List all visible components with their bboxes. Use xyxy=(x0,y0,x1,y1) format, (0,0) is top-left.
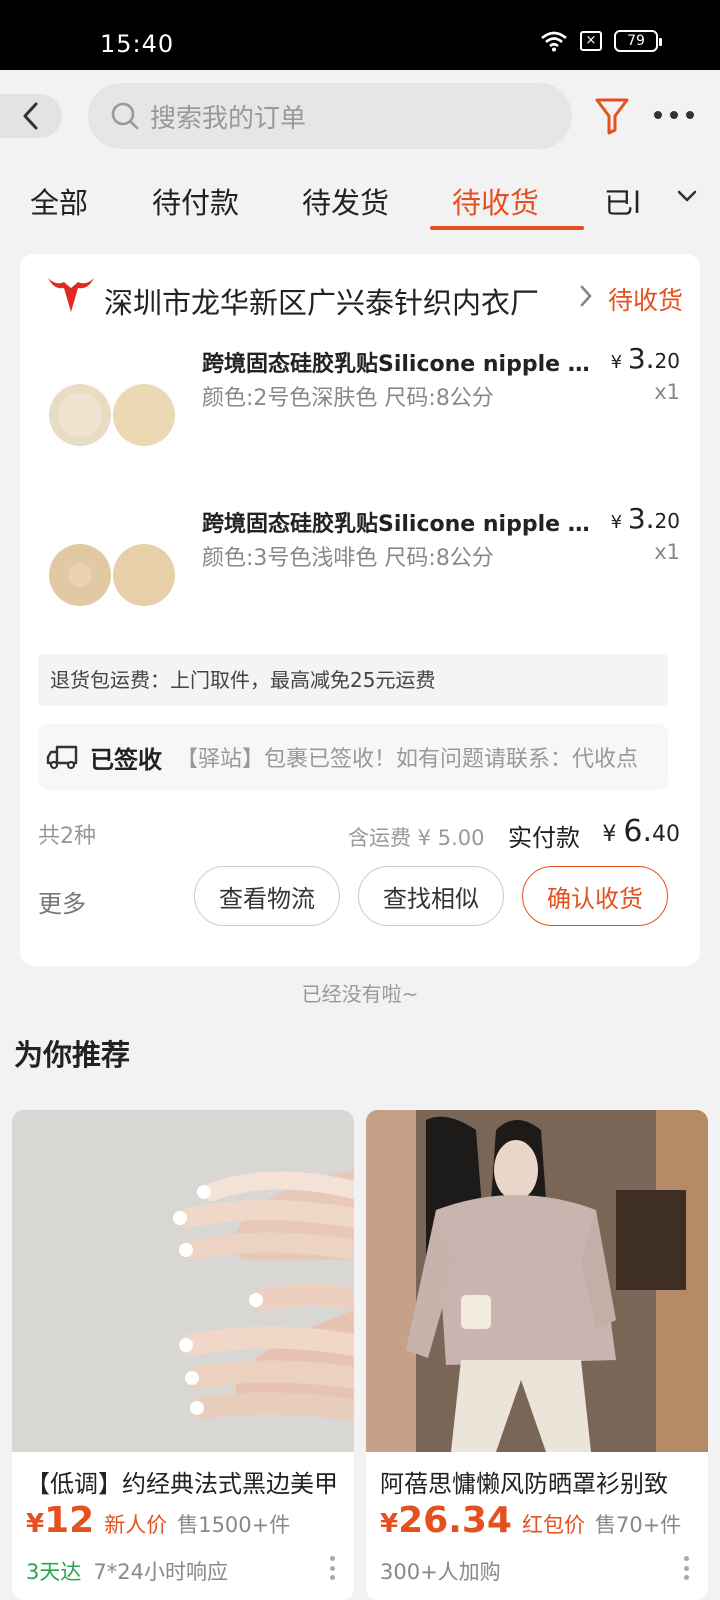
shop-logo-icon xyxy=(48,278,94,312)
chevron-down-icon[interactable] xyxy=(676,188,698,204)
confirm-receipt-button[interactable]: 确认收货 xyxy=(522,866,668,926)
order-item[interactable]: 跨境固态硅胶乳贴Silicone nipple cover 颜色:3号色浅啡色 … xyxy=(20,494,700,644)
product-image xyxy=(49,544,175,606)
dot-icon xyxy=(654,111,662,119)
item-qty: x1 xyxy=(654,540,680,564)
no-more-text: 已经没有啦~ xyxy=(301,982,419,1006)
recommend-title: 为你推荐 xyxy=(14,1038,131,1072)
more-vertical-icon[interactable] xyxy=(330,1556,336,1580)
dot-icon xyxy=(670,111,678,119)
delivery-tag: 3天达 xyxy=(26,1560,82,1584)
recommend-price: ¥ 26.34 红包价 售70+件 xyxy=(380,1500,682,1541)
return-shipping-info: 退货包运费：上门取件，最高减免25元运费 xyxy=(38,654,668,706)
order-card[interactable]: 深圳市龙华新区广兴泰针织内衣厂 待收货 跨境固态硅胶乳贴Silicone nip… xyxy=(20,254,700,966)
view-logistics-button[interactable]: 查看物流 xyxy=(194,866,340,926)
truck-icon xyxy=(46,745,78,770)
logistics-status: 已签收 xyxy=(90,745,162,774)
price-tag: 红包价 xyxy=(521,1513,585,1537)
recommend-price: ¥ 12 新人价 售1500+件 xyxy=(26,1500,291,1541)
header: 搜索我的订单 xyxy=(0,70,720,162)
product-image xyxy=(366,1110,708,1452)
filter-icon xyxy=(595,98,629,135)
filter-button[interactable] xyxy=(594,96,630,136)
more-options-button[interactable] xyxy=(654,100,694,130)
item-sku: 颜色:3号色浅啡色 尺码:8公分 xyxy=(202,546,494,571)
item-sku: 颜色:2号色深肤色 尺码:8公分 xyxy=(202,386,494,411)
more-link[interactable]: 更多 xyxy=(38,884,86,919)
sold-count: 售70+件 xyxy=(594,1513,682,1537)
order-tabs: 全部 待付款 待发货 待收货 已l xyxy=(0,162,720,234)
recommend-card[interactable]: 【低调】约经典法式黑边美甲 ¥ 12 新人价 售1500+件 3天达 7*24小时… xyxy=(12,1110,354,1600)
search-placeholder: 搜索我的订单 xyxy=(150,103,307,134)
sim-icon: × xyxy=(580,31,602,51)
tab-pending-receipt[interactable]: 待收货 xyxy=(452,180,539,222)
sold-count: 售1500+件 xyxy=(177,1513,291,1537)
wifi-icon xyxy=(541,31,567,52)
status-icons: × 79 xyxy=(540,30,662,52)
recommend-footer: 3天达 7*24小时响应 xyxy=(26,1560,228,1584)
paid-amount: ¥ 6.40 xyxy=(602,814,680,849)
back-button[interactable] xyxy=(0,94,62,138)
price-tag: 新人价 xyxy=(104,1513,168,1537)
logistics-detail: 【驿站】包裹已签收！如有问题请联系：代收点 xyxy=(176,747,639,772)
item-title: 跨境固态硅胶乳贴Silicone nipple cover xyxy=(202,352,594,377)
tab-pending-shipment[interactable]: 待发货 xyxy=(302,180,389,222)
dot-icon xyxy=(686,111,694,119)
status-time: 15:40 xyxy=(100,30,175,58)
tab-all[interactable]: 全部 xyxy=(30,180,88,222)
shop-name[interactable]: 深圳市龙华新区广兴泰针织内衣厂 xyxy=(104,280,539,322)
item-count: 共2种 xyxy=(38,824,96,849)
product-image xyxy=(49,384,175,446)
status-bar: 15:40 × 79 xyxy=(0,0,720,70)
recommend-footer: 300+人加购 xyxy=(380,1560,501,1584)
chevron-right-icon xyxy=(580,285,592,307)
search-input[interactable]: 搜索我的订单 xyxy=(88,83,572,149)
shipping-fee: 含运费 ¥ 5.00 xyxy=(348,826,485,850)
order-item[interactable]: 跨境固态硅胶乳贴Silicone nipple cover 颜色:2号色深肤色 … xyxy=(20,334,700,484)
search-icon xyxy=(111,102,139,130)
item-title: 跨境固态硅胶乳贴Silicone nipple cover xyxy=(202,512,594,537)
item-price: ¥ 3.20 xyxy=(610,342,680,375)
item-qty: x1 xyxy=(654,380,680,404)
tab-completed[interactable]: 已l xyxy=(604,180,654,222)
logistics-bar[interactable]: 已签收 【驿站】包裹已签收！如有问题请联系：代收点 xyxy=(38,724,668,790)
order-status: 待收货 xyxy=(608,286,684,315)
chevron-left-icon xyxy=(23,102,38,130)
active-tab-indicator xyxy=(430,226,584,230)
tab-pending-payment[interactable]: 待付款 xyxy=(152,180,239,222)
battery-icon: 79 xyxy=(614,30,662,52)
find-similar-button[interactable]: 查找相似 xyxy=(358,866,504,926)
more-vertical-icon[interactable] xyxy=(684,1556,690,1580)
paid-label: 实付款 xyxy=(508,824,580,852)
item-price: ¥ 3.20 xyxy=(610,502,680,535)
recommend-name: 阿蓓思慵懒风防晒罩衫别致 xyxy=(380,1470,668,1498)
recommend-name: 【低调】约经典法式黑边美甲 xyxy=(26,1470,338,1498)
product-image xyxy=(12,1110,354,1452)
recommend-card[interactable]: 阿蓓思慵懒风防晒罩衫别致 ¥ 26.34 红包价 售70+件 300+人加购 xyxy=(366,1110,708,1600)
